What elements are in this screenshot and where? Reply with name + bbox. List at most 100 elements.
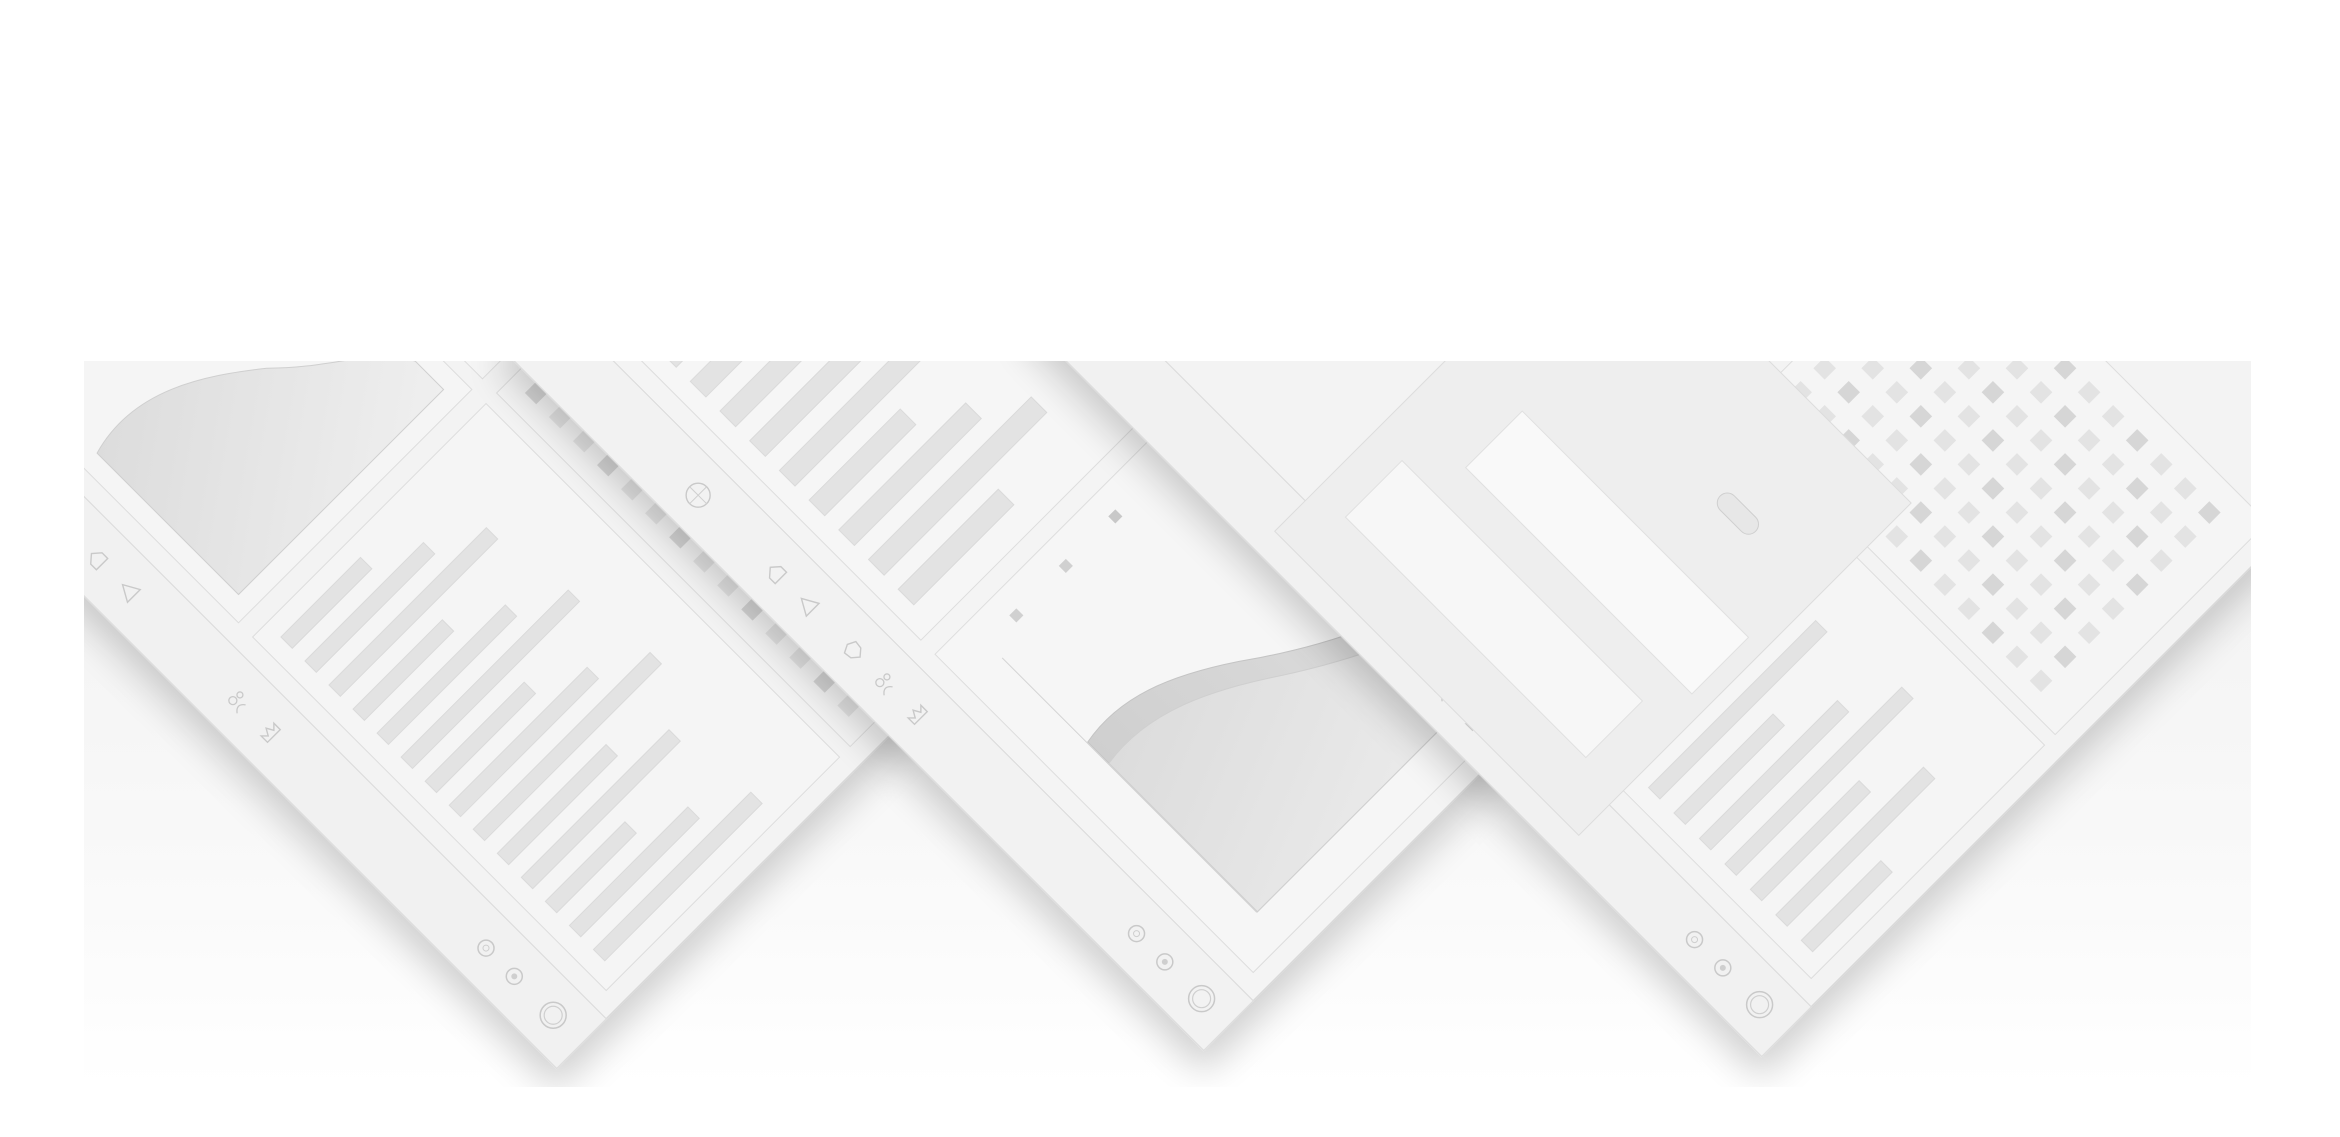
grid-cell — [378, 138, 401, 161]
grid-cell — [426, 90, 449, 113]
grid-cell — [354, 66, 377, 89]
illustration-stage — [0, 0, 2340, 1137]
grid-cell — [402, 259, 425, 282]
grid-cell — [669, 334, 692, 357]
grid-cell — [426, 283, 449, 306]
grid-cell — [426, 235, 449, 258]
grid-cell — [1958, 261, 1981, 284]
grid-cell — [258, 114, 281, 137]
grid-cell — [522, 90, 545, 113]
panel-grid-2 — [156, 361, 696, 380]
grid-cell — [498, 114, 521, 137]
grid-cell — [330, 138, 353, 161]
grid-cell — [546, 211, 569, 234]
grid-cell — [621, 334, 644, 357]
grid-cell — [717, 286, 740, 309]
grid-cell — [546, 162, 569, 185]
grid-cell — [258, 18, 281, 41]
grid-cell — [450, 211, 473, 234]
grid-cell — [594, 114, 617, 137]
grid-cell — [498, 66, 521, 89]
grid-cell — [2030, 333, 2053, 356]
grid-cell — [474, 235, 497, 258]
grid-cell — [573, 334, 596, 357]
grid-cell — [789, 310, 812, 333]
grid-cell — [618, 138, 641, 161]
grid-cell — [498, 259, 521, 282]
grid-cell — [474, 42, 497, 65]
grid-cell — [693, 213, 716, 236]
globe-icon[interactable] — [6, 468, 40, 502]
bar-placeholder — [659, 361, 786, 368]
grid-cell — [474, 0, 497, 17]
grid-cell — [594, 162, 617, 185]
grid-cell — [522, 138, 545, 161]
grid-cell — [450, 162, 473, 185]
grid-cell — [813, 334, 836, 357]
grid-cell — [570, 138, 593, 161]
placeholder-block-2 — [1105, 0, 1261, 4]
grid-cell — [354, 211, 377, 234]
grid-cell — [306, 18, 329, 41]
grid-cell — [450, 66, 473, 89]
grid-cell — [645, 261, 668, 284]
grid-cell — [330, 90, 353, 113]
bar-placeholder — [631, 249, 720, 338]
grid-cell — [450, 307, 473, 330]
grid-cell — [402, 162, 425, 185]
grid-cell — [474, 90, 497, 113]
grid-cell — [210, 66, 233, 89]
grid-cell — [354, 18, 377, 41]
grid-cell — [354, 114, 377, 137]
grid-cell — [522, 42, 545, 65]
grid-cell — [210, 18, 233, 41]
grid-cell — [402, 18, 425, 41]
grid-cell — [1934, 237, 1957, 260]
grid-cell — [450, 114, 473, 137]
grid-cell — [2006, 309, 2029, 332]
grid-cell — [741, 310, 764, 333]
grid-cell — [765, 286, 788, 309]
grid-cell — [693, 310, 716, 333]
grid-cell — [306, 66, 329, 89]
grid-cell — [450, 18, 473, 41]
grid-cell — [546, 66, 569, 89]
grid-cell — [741, 261, 764, 284]
form-step-3 — [1604, 281, 1638, 315]
grid-cell — [378, 90, 401, 113]
grid-cell — [546, 114, 569, 137]
grid-cell — [765, 334, 788, 357]
isometric-mockups — [6, 0, 2251, 1070]
grid-cell — [1910, 309, 1933, 332]
grid-cell — [282, 42, 305, 65]
grid-cell — [378, 187, 401, 210]
grid-cell — [1837, 333, 1860, 356]
grid-cell — [234, 0, 257, 17]
grid-cell — [282, 138, 305, 161]
grid-cell — [597, 310, 620, 333]
grid-cell — [1885, 285, 1908, 308]
grid-cell — [498, 18, 521, 41]
grid-cell — [354, 162, 377, 185]
grid-cell — [234, 42, 257, 65]
grid-cell — [717, 237, 740, 260]
grid-cell — [1861, 309, 1884, 332]
grid-cell — [330, 42, 353, 65]
grid-cell — [1934, 333, 1957, 356]
grid-cell — [669, 286, 692, 309]
grid-cell — [306, 162, 329, 185]
grid-cell — [645, 310, 668, 333]
grid-cell — [234, 90, 257, 113]
grid-cell — [402, 211, 425, 234]
grid-cell — [426, 187, 449, 210]
grid-cell — [498, 162, 521, 185]
grid-cell — [426, 42, 449, 65]
grid-cell — [306, 114, 329, 137]
form-step-1 — [1435, 281, 1469, 315]
grid-cell — [693, 261, 716, 284]
form-step-2 — [1519, 281, 1553, 315]
square-grid-2 — [185, 0, 640, 329]
grid-cell — [498, 211, 521, 234]
grid-cell — [185, 42, 208, 65]
grid-cell — [378, 42, 401, 65]
